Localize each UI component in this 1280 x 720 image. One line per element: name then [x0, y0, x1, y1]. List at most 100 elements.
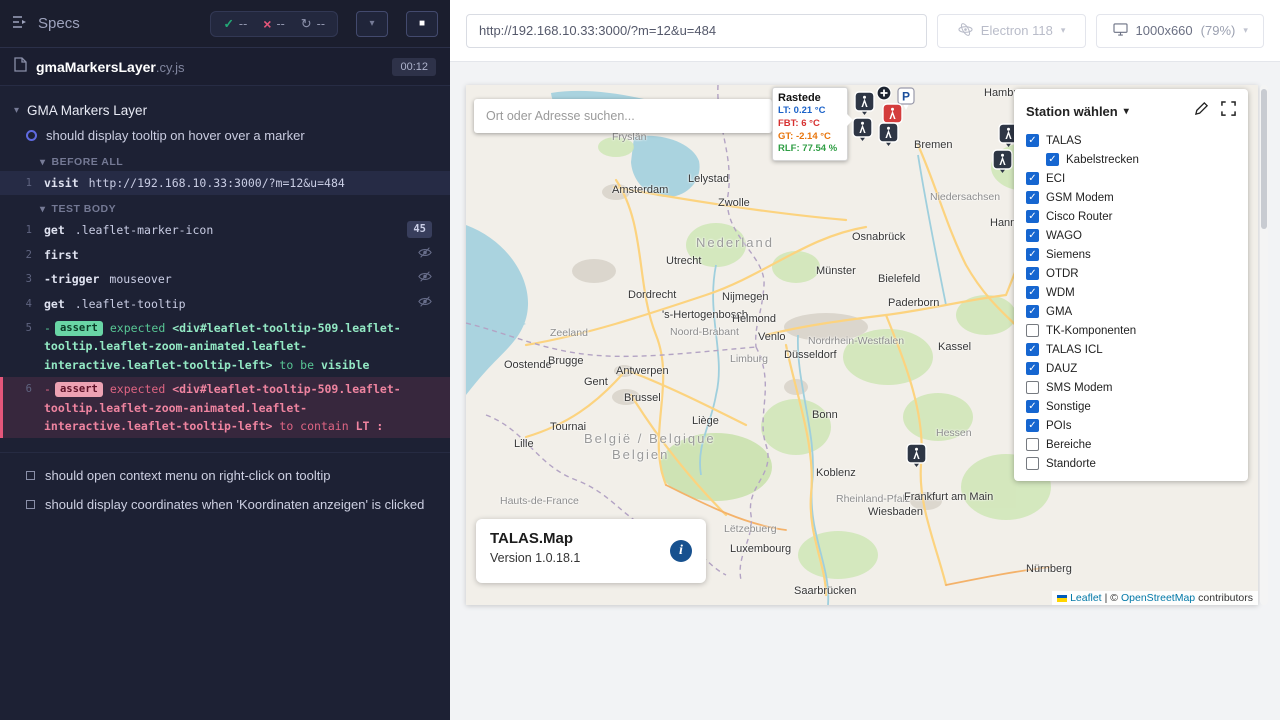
checkbox[interactable]: ✓	[1026, 362, 1039, 375]
command-row[interactable]: 1visithttp://192.168.10.33:3000/?m=12&u=…	[0, 171, 450, 195]
command-row[interactable]: 6-assertexpected <div#leaflet-tooltip-50…	[0, 377, 450, 438]
checkbox[interactable]: ✓	[1026, 248, 1039, 261]
version-card: TALAS.Map Version 1.0.18.1 i	[476, 519, 706, 583]
info-icon[interactable]: i	[670, 540, 692, 562]
station-item[interactable]: Standorte	[1014, 454, 1248, 473]
pending-test[interactable]: should open context menu on right-click …	[0, 461, 450, 490]
tooltip-row-label: RLF:	[778, 143, 800, 154]
osm-link[interactable]: OpenStreetMap	[1121, 592, 1195, 604]
viewport-select[interactable]: 1000x660 (79%) ▾	[1096, 14, 1264, 48]
station-item[interactable]: ✓ POIs	[1014, 416, 1248, 435]
section-before-all[interactable]: ▾ BEFORE ALL	[0, 148, 450, 171]
spec-extension: .cy.js	[156, 60, 185, 75]
checkbox[interactable]	[1026, 381, 1039, 394]
checkbox[interactable]: ✓	[1046, 153, 1059, 166]
station-item[interactable]: ✓ OTDR	[1014, 264, 1248, 283]
station-item[interactable]: ✓ECI	[1014, 169, 1248, 188]
map-label: Lëtzebuerg	[724, 523, 777, 535]
station-marker-icon[interactable]	[854, 91, 876, 115]
station-item[interactable]: ✓ Sonstige	[1014, 397, 1248, 416]
station-label: POIs	[1046, 420, 1072, 432]
station-label: DAUZ	[1046, 363, 1077, 375]
url-input[interactable]: http://192.168.10.33:3000/?m=12&u=484	[466, 14, 927, 48]
stat-failed: ×--	[263, 16, 285, 32]
station-panel-header: Station wählen ▾	[1014, 89, 1248, 131]
station-item[interactable]: ✓ DAUZ	[1014, 359, 1248, 378]
section-test-body[interactable]: ▾ TEST BODY	[0, 195, 450, 218]
station-marker-icon[interactable]	[992, 149, 1014, 173]
station-item[interactable]: ✓ WDM	[1014, 283, 1248, 302]
map-label: Paderborn	[888, 297, 939, 309]
checkbox[interactable]: ✓	[1026, 229, 1039, 242]
browser-select[interactable]: Electron 118 ▾	[937, 14, 1087, 48]
checkbox[interactable]: ✓	[1026, 419, 1039, 432]
map-label: Niedersachsen	[930, 191, 1000, 203]
marker-tooltip[interactable]: Rastede LT: 0.21 °CFBT: 6 °CGT: -2.14 °C…	[772, 87, 848, 161]
suite-header[interactable]: ▾ GMA Markers Layer	[0, 98, 450, 123]
tooltip-row-label: FBT:	[778, 118, 799, 129]
map-label: Gent	[584, 376, 608, 388]
command-row[interactable]: 3-triggermouseover	[0, 267, 450, 291]
station-item[interactable]: SMS Modem	[1014, 378, 1248, 397]
checkbox[interactable]: ✓	[1026, 267, 1039, 280]
station-item[interactable]: ✓ WAGO	[1014, 226, 1248, 245]
checkbox[interactable]	[1026, 324, 1039, 337]
checkbox[interactable]: ✓	[1026, 210, 1039, 223]
checkbox[interactable]: ✓	[1026, 134, 1039, 147]
station-item[interactable]: ✓TALAS ICL	[1014, 340, 1248, 359]
test-body-commands: 1get.leaflet-marker-icon452first3-trigge…	[0, 218, 450, 438]
station-item[interactable]: ✓GMA	[1014, 302, 1248, 321]
station-label: Sonstige	[1046, 401, 1091, 413]
map-label: Nederland	[696, 235, 774, 250]
leaflet-map[interactable]: LeeuwardenGroningenFryslânLelystadAmster…	[466, 85, 1258, 605]
command-row[interactable]: 5-assertexpected <div#leaflet-tooltip-50…	[0, 316, 450, 377]
test-title: should display tooltip on hover over a m…	[46, 128, 305, 143]
station-item[interactable]: ✓Siemens	[1014, 245, 1248, 264]
command-row[interactable]: 4get.leaflet-tooltip	[0, 292, 450, 316]
edit-pencil-icon[interactable]	[1194, 101, 1209, 121]
checkbox[interactable]: ✓	[1026, 305, 1039, 318]
expand-fullscreen-icon[interactable]	[1221, 101, 1236, 121]
station-item[interactable]: ✓Kabelstrecken	[1014, 150, 1248, 169]
map-search-input[interactable]: Ort oder Adresse suchen...	[474, 99, 772, 133]
command-row[interactable]: 1get.leaflet-marker-icon45	[0, 218, 450, 242]
spec-header[interactable]: gmaMarkersLayer.cy.js 00:12	[0, 48, 450, 86]
scrollbar-thumb[interactable]	[1261, 89, 1267, 229]
station-item[interactable]: Bereiche	[1014, 435, 1248, 454]
station-item[interactable]: TK-Komponenten	[1014, 321, 1248, 340]
stop-button[interactable]: ■	[406, 11, 438, 37]
chevron-down-icon: ▾	[369, 18, 374, 29]
station-marker-icon[interactable]	[878, 122, 900, 146]
caret-down-icon: ▾	[40, 204, 46, 215]
command-args: mouseover	[109, 272, 171, 286]
leaflet-link[interactable]: Leaflet	[1070, 592, 1102, 604]
checkbox[interactable]: ✓	[1026, 343, 1039, 356]
station-item[interactable]: ✓Cisco Router	[1014, 207, 1248, 226]
station-label: WDM	[1046, 287, 1075, 299]
checkbox[interactable]	[1026, 438, 1039, 451]
checkbox[interactable]	[1026, 457, 1039, 470]
station-item[interactable]: ✓GSM Modem	[1014, 188, 1248, 207]
stat-pending: ↻--	[301, 16, 325, 32]
aut-viewport: LeeuwardenGroningenFryslânLelystadAmster…	[450, 62, 1280, 720]
station-item[interactable]: ✓TALAS	[1014, 131, 1248, 150]
checkbox[interactable]: ✓	[1026, 191, 1039, 204]
checkbox[interactable]: ✓	[1026, 400, 1039, 413]
station-label: WAGO	[1046, 230, 1082, 242]
pending-test[interactable]: should display coordinates when 'Koordin…	[0, 490, 450, 519]
specs-menu-button[interactable]: Specs	[12, 15, 80, 33]
command-row[interactable]: 2first	[0, 243, 450, 267]
collapse-button[interactable]: ▾	[356, 11, 388, 37]
hidden-command-indicator	[418, 246, 440, 264]
station-select-dropdown[interactable]: Station wählen ▾	[1026, 104, 1129, 119]
stat-passed: ✓--	[223, 16, 247, 31]
station-label: OTDR	[1046, 268, 1079, 280]
map-label: Nijmegen	[722, 291, 768, 303]
station-marker-icon[interactable]	[906, 443, 928, 467]
scrollbar[interactable]	[1260, 85, 1268, 605]
map-label: Hessen	[936, 427, 972, 439]
active-test[interactable]: should display tooltip on hover over a m…	[0, 123, 450, 148]
checkbox[interactable]: ✓	[1026, 172, 1039, 185]
checkbox[interactable]: ✓	[1026, 286, 1039, 299]
station-marker-icon[interactable]	[852, 117, 874, 141]
